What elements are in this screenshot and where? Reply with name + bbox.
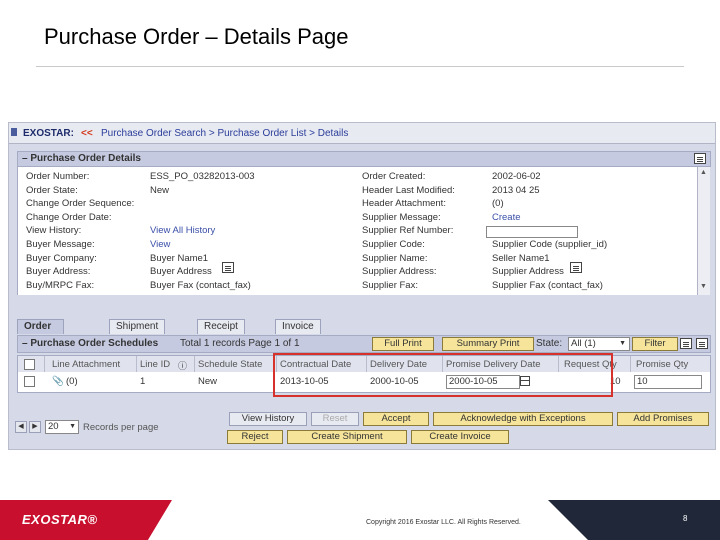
detail-left-label: Buyer Company: [26, 252, 97, 264]
details-panel: Order Number: ESS_PO_03282013-003 Order St… [17, 167, 698, 295]
detail-left-value: New [150, 184, 170, 196]
col-line-id: Line ID [140, 359, 171, 370]
detail-right-value: Supplier Address [492, 266, 564, 278]
promise-qty-input[interactable]: 10 [634, 375, 702, 389]
detail-right-value: Seller Name1 [492, 252, 550, 264]
detail-right-value[interactable]: Create [492, 212, 521, 223]
next-page-icon[interactable]: ▶ [29, 421, 41, 433]
accept-button[interactable]: Accept [363, 412, 429, 426]
schedules-title: – Purchase Order Schedules [22, 338, 159, 349]
detail-left-label: Change Order Date: [26, 211, 112, 223]
buyer-address-edit-icon[interactable] [222, 262, 234, 273]
details-scrollbar[interactable]: ▲ ▼ [697, 167, 710, 295]
records-per-page-value: 20 [48, 421, 59, 432]
prev-page-icon[interactable]: ◀ [15, 421, 27, 433]
detail-left-label: Change Order Sequence: [26, 198, 135, 210]
reject-button[interactable]: Reject [227, 430, 283, 444]
full-print-button[interactable]: Full Print [372, 337, 434, 351]
exostar-logo: EXOSTAR® [22, 512, 98, 527]
detail-right-label: Header Attachment: [362, 198, 446, 210]
summary-print-button[interactable]: Summary Print [442, 337, 534, 351]
row-attachment[interactable]: (0) [66, 376, 78, 387]
breadcrumb-back-link[interactable]: << [81, 128, 93, 139]
detail-right-label: Header Last Modified: [362, 184, 455, 196]
detail-right-value: (0) [492, 198, 504, 210]
detail-left-value[interactable]: View [150, 239, 170, 250]
breadcrumb-logo: EXOSTAR: [23, 128, 74, 139]
detail-left-label: Buyer Address: [26, 266, 91, 278]
row-schedule-state: New [198, 376, 218, 387]
col-promise-qty: Promise Qty [636, 359, 689, 370]
schedules-summary: Total 1 records Page 1 of 1 [180, 338, 300, 349]
state-select[interactable]: All (1) ▼ [568, 337, 630, 351]
filter-button[interactable]: Filter [632, 337, 678, 351]
po-details-screenshot: EXOSTAR: << Purchase Order Search > Purc… [8, 122, 716, 450]
detail-right-label: Supplier Code: [362, 239, 425, 250]
highlight-box [273, 353, 613, 397]
view-history-button[interactable]: View History [229, 412, 307, 426]
collapse-handle-icon[interactable] [11, 128, 17, 136]
detail-right-label: Supplier Address: [362, 266, 437, 278]
details-panel-title: – Purchase Order Details [22, 153, 141, 164]
tab-invoice-info[interactable]: Invoice Info [275, 319, 321, 346]
row-checkbox[interactable] [24, 376, 35, 387]
tab-receipt-info[interactable]: Receipt Info [197, 319, 245, 346]
tab-shipment-info[interactable]: Shipment Info [109, 319, 166, 346]
records-per-page-label: Records per page [83, 422, 159, 433]
detail-right-label: Supplier Message: [362, 211, 441, 223]
tab-order-details[interactable]: Order Details [17, 319, 64, 346]
copyright-text: Copyright 2016 Exostar LLC. All Rights R… [366, 519, 521, 526]
detail-right-value: 2013 04 25 [492, 184, 540, 196]
detail-left-label: Buy/MRPC Fax: [26, 279, 95, 291]
sort-icon[interactable]: ⓘ [178, 359, 187, 372]
detail-right-label: Supplier Fax: [362, 279, 418, 291]
detail-left-label: Order State: [26, 184, 78, 196]
detail-left-label: Buyer Message: [26, 239, 95, 250]
title-divider [36, 66, 684, 67]
acknowledge-exceptions-button[interactable]: Acknowledge with Exceptions [433, 412, 613, 426]
footer-band [548, 500, 720, 540]
schedules-header: – Purchase Order Schedules Total 1 recor… [17, 335, 711, 353]
detail-left-value: Buyer Address [150, 266, 212, 278]
state-label: State: [536, 338, 563, 349]
edit-icon[interactable] [694, 153, 706, 164]
details-panel-header[interactable]: – Purchase Order Details [17, 151, 711, 167]
attachment-clip-icon[interactable]: 📎 [52, 376, 64, 387]
detail-right-label: Supplier Name: [362, 252, 428, 264]
scroll-down-icon[interactable]: ▼ [700, 283, 707, 290]
reset-button[interactable]: Reset [311, 412, 359, 426]
detail-right-value: Supplier Fax (contact_fax) [492, 279, 603, 291]
state-select-value: All (1) [571, 338, 596, 349]
detail-right-label: Supplier Ref Number: [362, 225, 454, 237]
row-line-id: 1 [140, 376, 146, 387]
select-all-checkbox[interactable] [24, 359, 35, 370]
detail-left-value: Buyer Name1 [150, 252, 209, 264]
scroll-up-icon[interactable]: ▲ [700, 169, 707, 176]
col-line-attachment: Line Attachment [52, 359, 121, 370]
edit-icon[interactable] [696, 338, 708, 349]
detail-left-label: View History: [26, 225, 82, 237]
detail-left-value: ESS_PO_03282013-003 [150, 171, 255, 182]
breadcrumb-path[interactable]: Purchase Order Search > Purchase Order L… [101, 128, 348, 139]
detail-right-value: 2002-06-02 [492, 171, 541, 182]
detail-right-label: Order Created: [362, 171, 426, 182]
records-per-page-select[interactable]: 20 ▼ [45, 420, 79, 434]
chevron-down-icon: ▼ [619, 340, 626, 347]
col-schedule-state: Schedule State [198, 359, 263, 370]
detail-right-value: Supplier Code (supplier_id) [492, 239, 608, 250]
detail-left-value[interactable]: View All History [150, 225, 215, 236]
detail-left-value: Buyer Fax (contact_fax) [150, 279, 251, 291]
page-number: 8 [683, 514, 688, 523]
create-invoice-button[interactable]: Create Invoice [411, 430, 509, 444]
add-promises-button[interactable]: Add Promises [617, 412, 709, 426]
supplier-ref-number-input[interactable] [486, 226, 578, 238]
create-shipment-button[interactable]: Create Shipment [287, 430, 407, 444]
chevron-down-icon: ▼ [69, 423, 76, 430]
supplier-address-edit-icon[interactable] [570, 262, 582, 273]
export-icon[interactable] [680, 338, 692, 349]
breadcrumb: EXOSTAR: << Purchase Order Search > Purc… [9, 123, 715, 144]
slide-title: Purchase Order – Details Page [44, 24, 349, 49]
detail-left-label: Order Number: [26, 171, 90, 182]
